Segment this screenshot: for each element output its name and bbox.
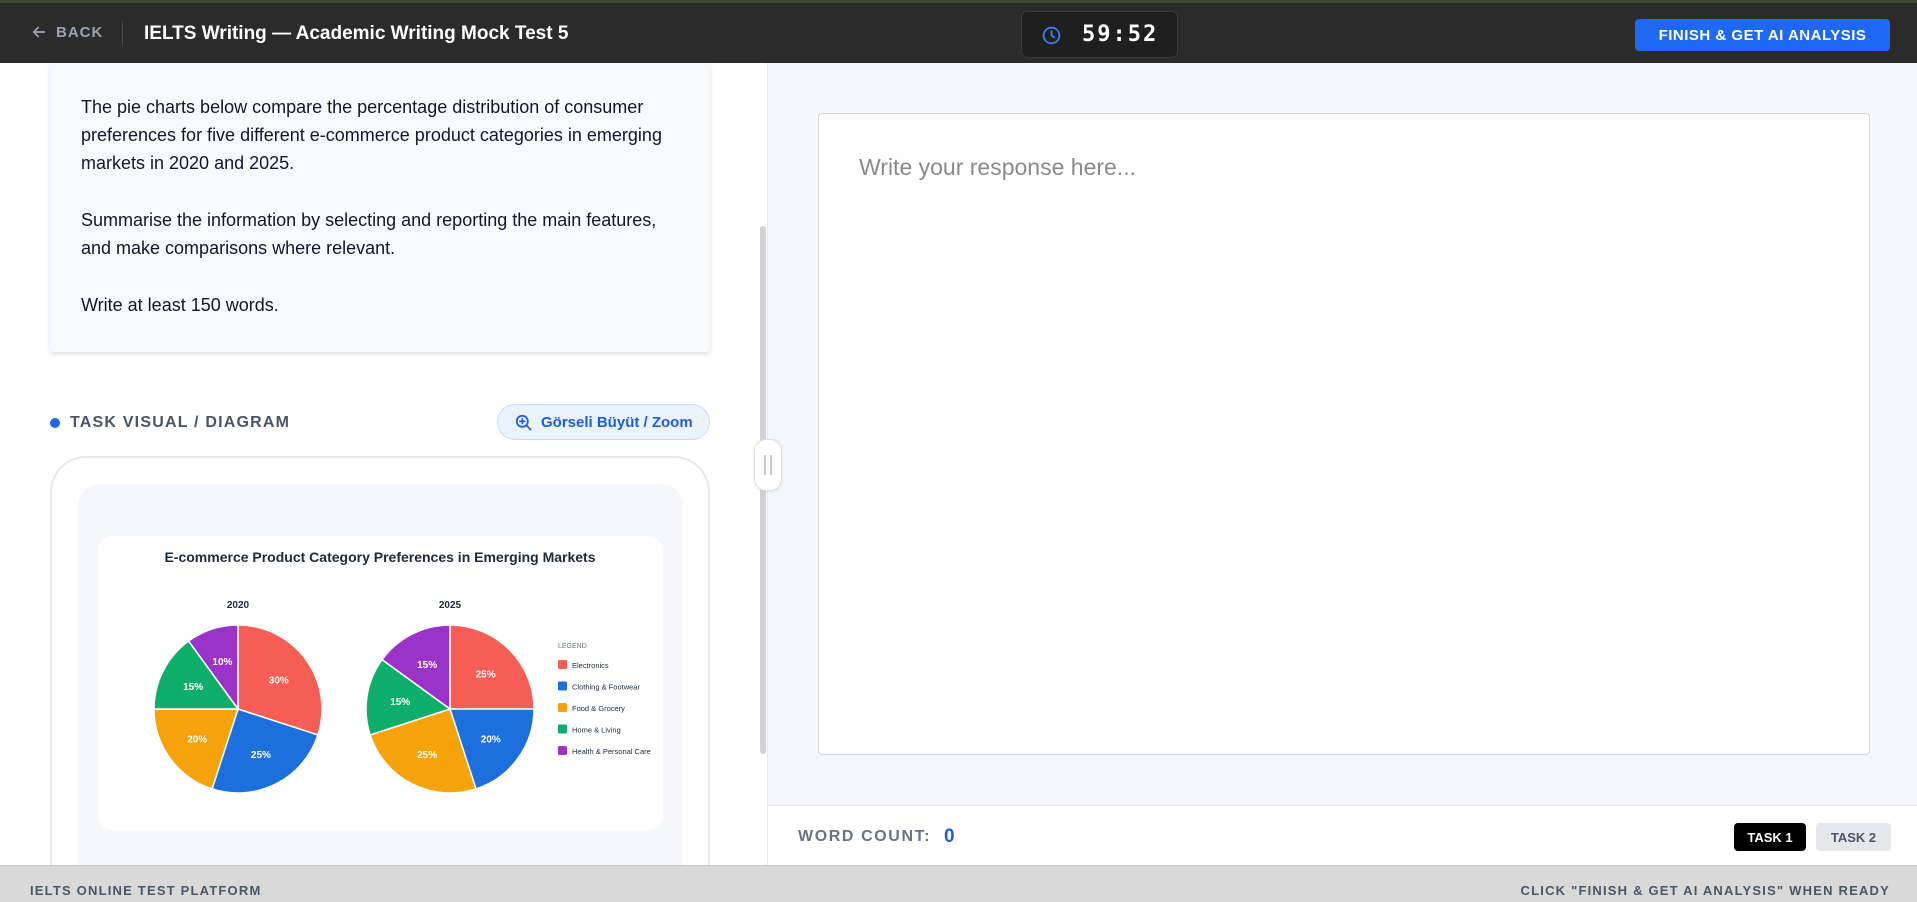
task-pane[interactable]: The pie charts below compare the percent…	[0, 63, 767, 865]
legend-swatch	[558, 724, 567, 734]
grip-line	[770, 455, 772, 475]
zoom-label: Görseli Büyüt / Zoom	[541, 413, 693, 431]
response-editor[interactable]	[818, 113, 1870, 755]
slice-label: 10%	[212, 657, 232, 668]
page-title: IELTS Writing — Academic Writing Mock Te…	[144, 23, 569, 44]
legend-title: LEGEND	[558, 643, 587, 650]
series-label: 2025	[439, 600, 462, 611]
legend-label: Health & Personal Care	[572, 747, 651, 756]
task-visual-frame: E-commerce Product Category Preferences …	[50, 456, 710, 865]
slice-label: 30%	[269, 675, 289, 686]
series-label: 2020	[227, 600, 250, 611]
top-bar: BACK IELTS Writing — Academic Writing Mo…	[0, 0, 1917, 63]
slice-label: 20%	[481, 735, 501, 746]
chart-card[interactable]: E-commerce Product Category Preferences …	[98, 536, 663, 830]
visual-section-title: TASK VISUAL / DIAGRAM	[70, 414, 291, 431]
task-prompt-card: The pie charts below compare the percent…	[50, 63, 710, 352]
slice-label: 15%	[390, 697, 410, 708]
pie-chart: E-commerce Product Category Preferences …	[153, 549, 651, 794]
task-paragraph: Summarise the information by selecting a…	[81, 210, 657, 258]
slice-label: 15%	[417, 660, 437, 671]
task-visual-container: E-commerce Product Category Preferences …	[78, 484, 683, 865]
tab-task-2[interactable]: TASK 2	[1816, 823, 1891, 851]
response-pane	[768, 63, 1917, 805]
zoom-button[interactable]: Görseli Büyüt / Zoom	[497, 404, 710, 440]
word-count-value: 0	[944, 826, 955, 847]
timer: 59:52	[1021, 11, 1178, 58]
legend-swatch	[558, 660, 567, 669]
chart-title: E-commerce Product Category Preferences …	[164, 549, 595, 565]
task-paragraph: Write at least 150 words.	[81, 295, 279, 315]
tab-task-1[interactable]: TASK 1	[1734, 823, 1806, 851]
legend-label: Electronics	[572, 661, 609, 670]
pane-resize-handle[interactable]	[754, 439, 782, 491]
visual-header: TASK VISUAL / DIAGRAM Görseli Büyüt / Zo…	[50, 404, 710, 440]
arrow-left-icon	[32, 26, 46, 38]
slice-label: 25%	[476, 669, 496, 680]
slice-label: 15%	[183, 682, 203, 693]
slice-label: 20%	[187, 735, 207, 746]
header-divider	[122, 21, 123, 45]
legend-swatch	[558, 681, 567, 691]
platform-name: IELTS ONLINE TEST PLATFORM	[30, 883, 262, 898]
clock-icon	[1042, 26, 1061, 45]
task-paragraph: The pie charts below compare the percent…	[81, 97, 662, 173]
section-dot-icon	[50, 418, 60, 428]
legend-swatch	[558, 703, 567, 712]
back-button[interactable]: BACK	[30, 23, 103, 41]
slice-label: 25%	[417, 750, 437, 761]
pie-slice	[449, 624, 535, 710]
back-label: BACK	[56, 23, 104, 41]
legend-label: Clothing & Footwear	[572, 683, 640, 692]
finish-analysis-button[interactable]: FINISH & GET AI ANALYSIS	[1635, 19, 1890, 51]
slice-label: 25%	[251, 750, 271, 761]
word-count-label: WORD COUNT:	[798, 828, 932, 845]
legend-label: Home & Living	[572, 726, 621, 735]
editor-footer: WORD COUNT: 0 TASK 1 TASK 2	[768, 805, 1917, 865]
legend-label: Food & Grocery	[572, 704, 625, 713]
status-bar: IELTS ONLINE TEST PLATFORM CLICK "FINISH…	[0, 865, 1917, 902]
legend-swatch	[558, 746, 567, 755]
timer-value: 59:52	[1082, 22, 1159, 47]
grip-line	[764, 455, 766, 475]
status-hint: CLICK "FINISH & GET AI ANALYSIS" WHEN RE…	[1520, 883, 1890, 898]
zoom-in-icon	[515, 414, 532, 430]
